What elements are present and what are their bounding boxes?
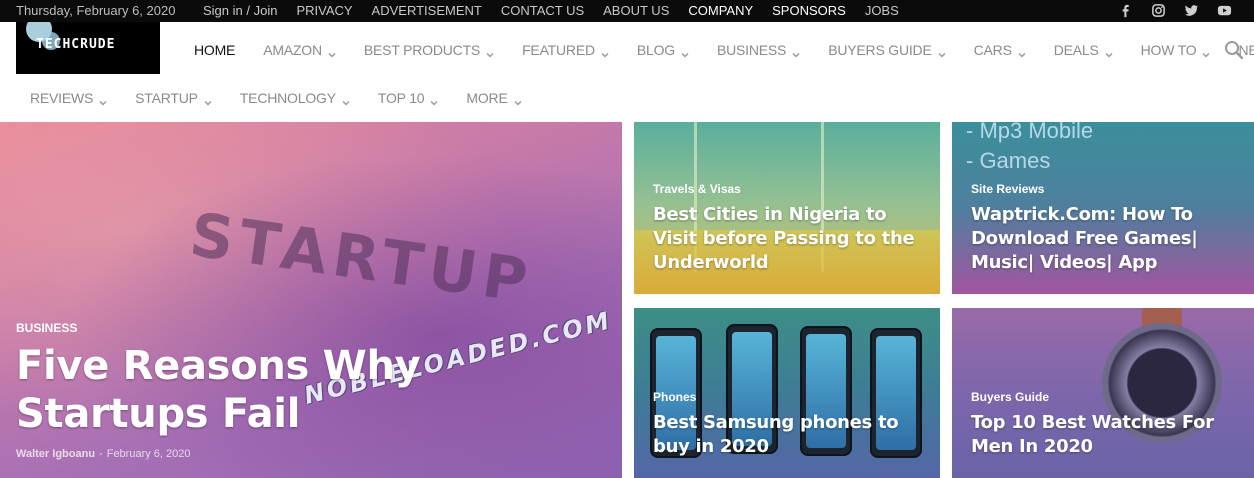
facebook-icon[interactable] [1118,3,1133,18]
featured-article-tile[interactable]: Buyers Guide Top 10 Best Watches For Men… [952,308,1254,478]
chevron-down-icon [486,46,494,58]
top-link[interactable]: ADVERTISEMENT [372,3,482,18]
article-category[interactable]: BUSINESS [16,321,77,335]
article-title[interactable]: Five Reasons Why Startups Fail [16,342,606,438]
article-byline: Walter Igboanu - February 6, 2020 [16,448,191,460]
top-link[interactable]: SPONSORS [772,3,846,18]
byline-separator: - [99,448,103,460]
nav-item-label: HOME [194,42,236,58]
top-link[interactable]: ABOUT US [603,3,669,18]
nav-item-how-to[interactable]: HOW TO [1141,42,1211,58]
chevron-down-icon [1018,46,1026,58]
top-link[interactable]: Sign in / Join [203,3,277,18]
nav-item-home[interactable]: HOME [194,42,235,58]
chevron-down-icon [792,46,800,58]
nav-item-label: BUYERS GUIDE [828,42,932,58]
featured-article-tile[interactable]: - Mp3 Mobile - Games Site Reviews Waptri… [952,122,1254,294]
nav-row-primary: HOME AMAZON BEST PRODUCTS FEATURED BLOG BUSIN… [194,42,1254,58]
article-title[interactable]: Best Samsung phones to buy in 2020 [653,411,933,459]
chevron-down-icon [601,46,609,58]
nav-item-label: CARS [973,42,1012,58]
featured-grid: STARTUP NOBLELOADED.COM BUSINESS Five Re… [0,122,1254,478]
nav-item-label: STARTUP [135,90,198,106]
chevron-down-icon [342,94,350,106]
article-category[interactable]: Buyers Guide [971,390,1049,404]
social-links [1118,3,1232,18]
nav-item-buyers-guide[interactable]: BUYERS GUIDE [828,42,946,58]
current-date: Thursday, February 6, 2020 [16,3,176,18]
nav-row-secondary: REVIEWS STARTUP TECHNOLOGY TOP 10 MORE [30,90,550,106]
chevron-down-icon [1105,46,1113,58]
nav-item-deals[interactable]: DEALS [1054,42,1113,58]
featured-main-article[interactable]: STARTUP NOBLELOADED.COM BUSINESS Five Re… [0,122,622,478]
nav-item-top-10[interactable]: TOP 10 [378,90,439,106]
nav-item-business[interactable]: BUSINESS [717,42,800,58]
twitter-icon[interactable] [1184,3,1199,18]
article-category[interactable]: Site Reviews [971,182,1044,196]
nav-item-label: AMAZON [263,42,322,58]
article-date: February 6, 2020 [106,448,191,460]
nav-item-label: REVIEWS [30,90,94,106]
search-icon[interactable] [1224,40,1244,60]
nav-item-label: BEST PRODUCTS [363,42,481,58]
chevron-down-icon [430,94,438,106]
nav-item-best-products[interactable]: BEST PRODUCTS [364,42,494,58]
top-link[interactable]: JOBS [865,3,899,18]
top-link[interactable]: COMPANY [688,3,753,18]
nav-item-technology[interactable]: TECHNOLOGY [240,90,350,106]
chevron-down-icon [681,46,689,58]
featured-article-tile[interactable]: Travels & Visas Best Cities in Nigeria t… [634,122,940,294]
nav-item-label: DEALS [1053,42,1099,58]
chevron-down-icon [514,94,522,106]
nav-item-blog[interactable]: BLOG [637,42,689,58]
instagram-icon[interactable] [1151,3,1166,18]
nav-item-more[interactable]: MORE [466,90,522,106]
image-text: - Games [966,148,1051,173]
nav-item-label: FEATURED [522,42,595,58]
chevron-down-icon [99,94,107,106]
chevron-down-icon [938,46,946,58]
chevron-down-icon [328,46,336,58]
article-title[interactable]: Top 10 Best Watches For Men In 2020 [971,411,1251,459]
featured-article-tile[interactable]: Phones Best Samsung phones to buy in 202… [634,308,940,478]
article-title[interactable]: Best Cities in Nigeria to Visit before P… [653,203,933,275]
nav-item-label: BLOG [636,42,675,58]
nav-item-amazon[interactable]: AMAZON [263,42,336,58]
article-category[interactable]: Travels & Visas [653,182,741,196]
top-link[interactable]: PRIVACY [296,3,352,18]
top-links: Sign in / Join PRIVACY ADVERTISEMENT CONTAC… [203,3,918,18]
nav-item-label: BUSINESS [717,42,787,58]
article-category[interactable]: Phones [653,390,696,404]
nav-item-label: HOW TO [1140,42,1197,58]
article-title[interactable]: Waptrick.Com: How To Download Free Games… [971,203,1251,275]
chevron-down-icon [1202,46,1211,58]
nav-item-label: TOP 10 [377,90,425,106]
top-link[interactable]: CONTACT US [501,3,584,18]
main-navigation: HOME AMAZON BEST PRODUCTS FEATURED BLOG BUSIN… [0,22,1254,122]
nav-item-reviews[interactable]: REVIEWS [30,90,107,106]
nav-item-label: MORE [466,90,508,106]
youtube-icon[interactable] [1217,3,1232,18]
image-text: - Mp3 Mobile [966,122,1094,143]
article-author[interactable]: Walter Igboanu [16,448,95,460]
nav-item-cars[interactable]: CARS [974,42,1026,58]
top-bar: Thursday, February 6, 2020 Sign in / Joi… [0,0,1254,22]
nav-item-featured[interactable]: FEATURED [522,42,609,58]
nav-item-label: TECHNOLOGY [239,90,336,106]
chevron-down-icon [204,94,212,106]
nav-item-startup[interactable]: STARTUP [135,90,212,106]
